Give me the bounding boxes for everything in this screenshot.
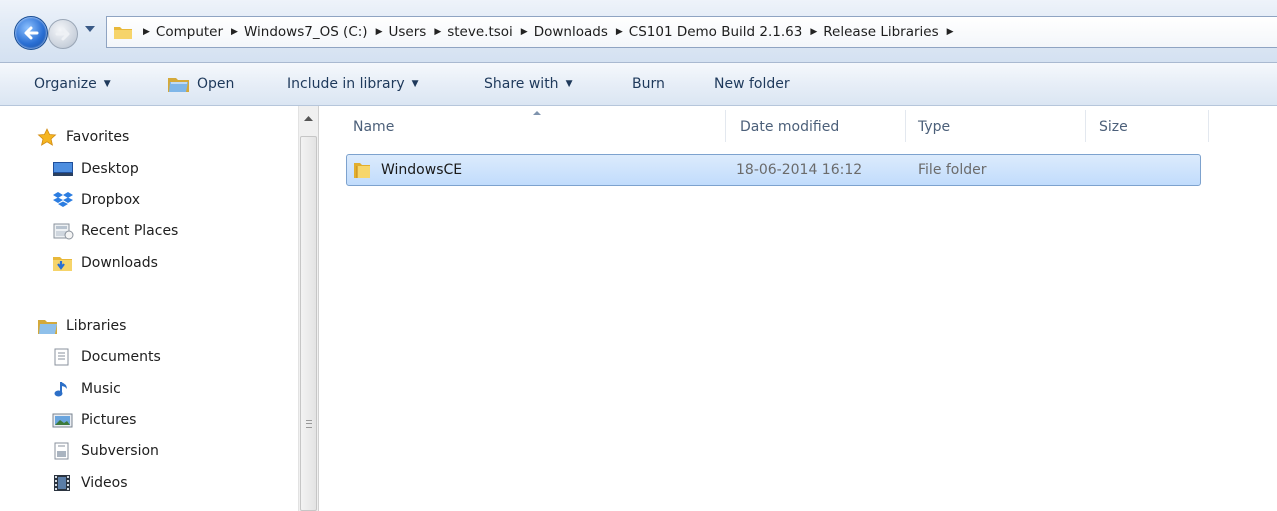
star-icon [37,128,59,146]
navigation-pane-scrollbar[interactable] [298,106,319,511]
type-cell: File folder [918,162,987,178]
address-bar: ▶ Computer ▶ Windows7_OS (C:) ▶ Users ▶ … [0,0,1277,63]
navigation-pane: Favorites Desktop Dropbox Recent Places … [0,106,298,511]
burn-button[interactable]: Burn [632,63,665,105]
music-icon [52,380,74,398]
command-bar: Organize ▼ Open Include in library ▼ Sha… [0,63,1277,106]
breadcrumb-item-downloads[interactable]: ▶ Downloads [513,24,608,40]
scroll-up-arrow-icon[interactable] [303,114,314,122]
chevron-right-icon[interactable]: ▶ [947,27,954,37]
forward-arrow-icon [55,27,70,41]
chevron-down-icon[interactable]: ▼ [104,79,111,89]
share-with-button[interactable]: Share with ▼ [484,63,572,105]
dropbox-icon [52,191,74,209]
chevron-right-icon[interactable]: ▶ [616,27,623,37]
column-header-type[interactable]: Type [918,106,950,148]
sidebar-item-recent-places[interactable]: Recent Places [52,218,178,244]
chevron-right-icon[interactable]: ▶ [231,27,238,37]
sidebar-item-pictures[interactable]: Pictures [52,407,136,433]
breadcrumb[interactable]: ▶ Computer ▶ Windows7_OS (C:) ▶ Users ▶ … [106,16,1277,48]
forward-button[interactable] [48,19,78,49]
breadcrumb-item-drive[interactable]: ▶ Windows7_OS (C:) [223,24,368,40]
downloads-folder-icon [52,254,74,272]
breadcrumb-item-demo-build[interactable]: ▶ CS101 Demo Build 2.1.63 [608,24,803,40]
pictures-icon [52,411,74,429]
grip-icon [306,420,312,428]
back-button[interactable] [14,16,48,50]
chevron-down-icon[interactable]: ▼ [566,79,573,89]
recent-pages-dropdown-icon[interactable] [84,24,96,34]
library-open-icon [168,78,189,92]
file-list-pane: Name Date modified Type Size WindowsCE 1… [320,106,1277,511]
new-folder-button[interactable]: New folder [714,63,790,105]
chevron-right-icon[interactable]: ▶ [521,27,528,37]
nav-libraries-header[interactable]: Libraries [37,313,126,339]
sidebar-item-downloads[interactable]: Downloads [52,250,158,276]
folder-icon [114,27,132,39]
table-row[interactable]: WindowsCE 18-06-2014 16:12 File folder [346,154,1201,186]
scrollbar-thumb[interactable] [300,136,317,511]
open-button[interactable]: Open [167,63,234,105]
folder-icon [354,163,370,178]
sidebar-item-dropbox[interactable]: Dropbox [52,187,140,213]
breadcrumb-item-release-libraries[interactable]: ▶ Release Libraries ▶ [802,24,959,40]
sidebar-item-desktop[interactable]: Desktop [52,156,139,182]
column-header-name[interactable]: Name [353,106,394,148]
chevron-right-icon[interactable]: ▶ [434,27,441,37]
desktop-icon [52,160,74,178]
include-in-library-button[interactable]: Include in library ▼ [287,63,419,105]
column-header-size[interactable]: Size [1099,106,1128,148]
videos-icon [52,474,74,492]
sidebar-item-subversion[interactable]: Subversion [52,438,159,464]
sidebar-item-videos[interactable]: Videos [52,470,128,496]
sidebar-item-music[interactable]: Music [52,376,121,402]
sort-ascending-icon [533,111,541,115]
sidebar-item-documents[interactable]: Documents [52,344,161,370]
column-separator[interactable] [905,110,906,142]
chevron-right-icon[interactable]: ▶ [376,27,383,37]
chevron-down-icon[interactable]: ▼ [412,79,419,89]
column-header-date-modified[interactable]: Date modified [740,106,839,148]
back-arrow-icon [24,26,39,40]
date-modified-cell: 18-06-2014 16:12 [736,162,863,178]
subversion-icon [52,442,74,460]
organize-button[interactable]: Organize ▼ [34,63,111,105]
recent-places-icon [52,222,74,240]
libraries-icon [37,317,59,335]
breadcrumb-item-user[interactable]: ▶ steve.tsoi [426,24,512,40]
breadcrumb-item-users[interactable]: ▶ Users [368,24,427,40]
file-name-cell[interactable]: WindowsCE [353,155,462,185]
nav-favorites-header[interactable]: Favorites [37,124,129,150]
chevron-right-icon[interactable]: ▶ [810,27,817,37]
column-separator[interactable] [1085,110,1086,142]
chevron-right-icon[interactable]: ▶ [143,27,150,37]
column-separator[interactable] [1208,110,1209,142]
documents-icon [52,348,74,366]
column-separator[interactable] [725,110,726,142]
breadcrumb-item-computer[interactable]: ▶ Computer [139,24,223,40]
